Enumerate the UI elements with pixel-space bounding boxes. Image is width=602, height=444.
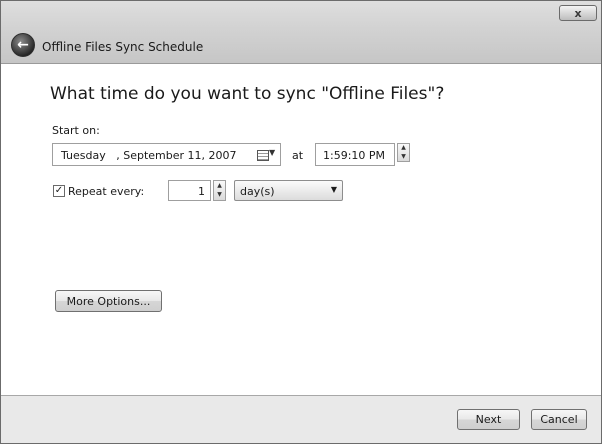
close-icon: x — [574, 6, 582, 20]
check-icon: ✓ — [54, 185, 64, 196]
back-button[interactable]: ← — [11, 33, 35, 57]
sync-schedule-window: x ← Offline Files Sync Schedule What tim… — [0, 0, 602, 444]
repeat-interval-field[interactable]: 1 — [168, 180, 211, 201]
next-label: Next — [475, 413, 502, 426]
cancel-label: Cancel — [540, 413, 578, 426]
calendar-icon[interactable] — [257, 150, 269, 161]
next-button[interactable]: Next — [457, 409, 520, 430]
back-arrow-icon: ← — [17, 37, 29, 53]
time-spinner[interactable]: ▲ ▼ — [397, 143, 410, 162]
repeat-unit-dropdown[interactable]: day(s) ▼ — [234, 180, 343, 201]
interval-up-arrow-icon[interactable]: ▲ — [214, 181, 225, 191]
title-bar: x ← Offline Files Sync Schedule — [1, 1, 601, 64]
start-time-value: 1:59:10 PM — [323, 149, 386, 162]
repeat-checkbox[interactable]: ✓ — [53, 185, 65, 197]
interval-down-arrow-icon[interactable]: ▼ — [214, 191, 225, 201]
repeat-interval-value: 1 — [198, 185, 205, 198]
interval-spinner[interactable]: ▲ ▼ — [213, 180, 226, 201]
chevron-down-icon: ▼ — [330, 185, 337, 194]
time-up-arrow-icon[interactable]: ▲ — [398, 144, 409, 153]
main-content: What time do you want to sync "Offline F… — [1, 64, 601, 395]
button-bar: Next Cancel — [1, 395, 601, 443]
close-button[interactable]: x — [559, 5, 597, 21]
chevron-down-icon[interactable]: ▼ — [269, 148, 275, 157]
cancel-button[interactable]: Cancel — [531, 409, 587, 430]
more-options-button[interactable]: More Options... — [55, 290, 162, 312]
start-on-label: Start on: — [52, 124, 100, 137]
at-label: at — [292, 149, 304, 162]
page-heading: What time do you want to sync "Offline F… — [50, 84, 445, 104]
repeat-unit-value: day(s) — [240, 185, 275, 198]
more-options-label: More Options... — [66, 294, 151, 308]
window-title: Offline Files Sync Schedule — [42, 40, 204, 54]
start-date-picker[interactable]: Tuesday , September 11, 2007 ▼ — [52, 143, 281, 166]
repeat-label: Repeat every: — [68, 185, 145, 198]
time-down-arrow-icon[interactable]: ▼ — [398, 153, 409, 162]
start-time-field[interactable]: 1:59:10 PM — [315, 143, 395, 166]
start-date-value: Tuesday , September 11, 2007 — [61, 149, 237, 162]
